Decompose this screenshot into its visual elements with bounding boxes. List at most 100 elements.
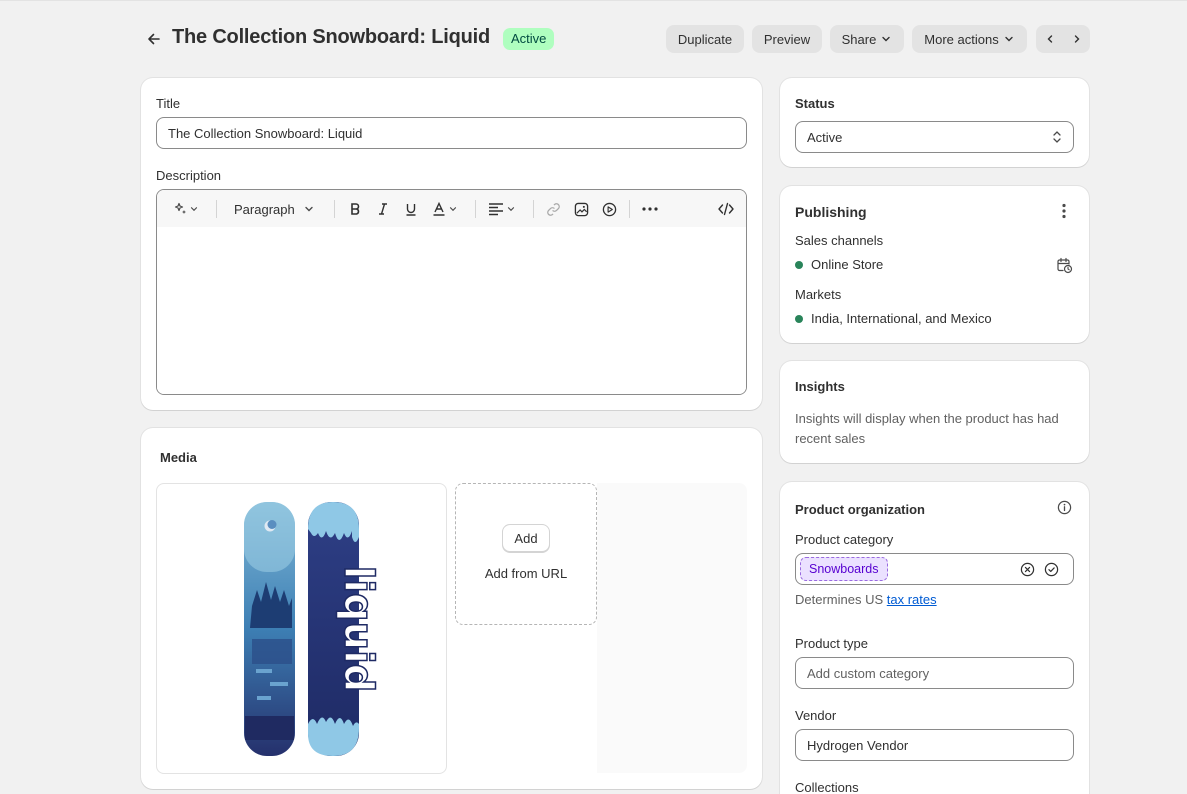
chevron-down-icon	[190, 207, 198, 212]
title-input-value: The Collection Snowboard: Liquid	[168, 125, 363, 141]
paragraph-select-label: Paragraph	[234, 201, 295, 217]
toolbar-divider	[216, 200, 217, 218]
play-circle-icon	[602, 202, 616, 216]
previous-product-button[interactable]	[1036, 25, 1063, 53]
html-code-button[interactable]	[715, 198, 737, 220]
status-badge: Active	[503, 28, 555, 50]
description-label: Description	[156, 168, 222, 183]
markets-label: Markets	[795, 287, 842, 302]
add-media-label: Add	[514, 530, 538, 546]
chevron-down-icon	[1005, 36, 1013, 42]
status-select[interactable]: Active	[795, 121, 1074, 153]
product-type-input[interactable]: Add custom category	[795, 657, 1074, 689]
circle-x-icon	[1020, 562, 1034, 576]
product-type-label: Product type	[795, 636, 868, 651]
toolbar-divider	[533, 200, 534, 218]
italic-icon	[379, 203, 387, 215]
media-grid-filler	[597, 483, 747, 773]
organization-heading: Product organization	[795, 502, 925, 517]
chevron-down-icon	[507, 207, 515, 212]
back-button[interactable]	[142, 27, 166, 51]
italic-button[interactable]	[373, 198, 393, 220]
align-left-icon	[489, 203, 503, 216]
status-select-value: Active	[807, 129, 843, 145]
bold-icon	[351, 203, 360, 215]
category-label: Product category	[795, 532, 894, 547]
description-editor: Paragraph	[156, 189, 747, 395]
vendor-input[interactable]: Hydrogen Vendor	[795, 729, 1074, 761]
chevron-left-icon	[1047, 35, 1052, 43]
toolbar-divider	[475, 200, 476, 218]
add-media-button[interactable]: Add	[502, 524, 550, 552]
vendor-label: Vendor	[795, 708, 837, 723]
paragraph-select[interactable]: Paragraph	[229, 198, 323, 220]
product-pager	[1036, 25, 1090, 53]
markets-row: India, International, and Mexico	[795, 311, 992, 326]
insert-image-button[interactable]	[571, 198, 591, 220]
share-label: Share	[841, 31, 877, 47]
image-icon	[574, 202, 588, 216]
editor-toolbar: Paragraph	[157, 190, 746, 227]
organization-info-button[interactable]	[1055, 498, 1073, 516]
underline-button[interactable]	[401, 198, 421, 220]
title-input[interactable]: The Collection Snowboard: Liquid	[156, 117, 747, 149]
publishing-menu-button[interactable]	[1054, 201, 1074, 221]
confirm-category-button[interactable]	[1042, 560, 1060, 578]
add-from-url-link[interactable]: Add from URL	[455, 566, 597, 581]
category-tag: Snowboards	[800, 557, 888, 581]
chevron-down-icon	[305, 206, 313, 212]
title-label: Title	[156, 96, 181, 111]
preview-button[interactable]: Preview	[752, 25, 822, 53]
clear-category-button[interactable]	[1018, 560, 1036, 578]
more-vertical-icon	[1062, 203, 1066, 219]
insert-video-button[interactable]	[599, 198, 619, 220]
tax-note-prefix: Determines US	[795, 592, 884, 607]
snowboard-image: liquid	[244, 502, 382, 756]
chevron-down-icon	[449, 207, 457, 212]
markets-value: India, International, and Mexico	[811, 311, 992, 326]
text-color-icon	[433, 202, 445, 216]
chevron-right-icon	[1074, 35, 1079, 43]
sales-channel-name: Online Store	[811, 257, 884, 272]
insights-heading: Insights	[795, 379, 845, 394]
page-title: The Collection Snowboard: Liquid	[172, 26, 491, 48]
text-color-button[interactable]	[429, 198, 461, 220]
select-chevrons-icon	[1053, 131, 1061, 143]
schedule-publish-button[interactable]	[1054, 255, 1074, 275]
more-actions-button[interactable]: More actions	[912, 25, 1027, 53]
toolbar-divider	[334, 200, 335, 218]
alignment-button[interactable]	[485, 198, 519, 220]
info-icon	[1057, 500, 1071, 514]
code-icon	[718, 202, 734, 216]
sales-channel-row: Online Store	[795, 257, 883, 272]
link-button[interactable]	[543, 198, 563, 220]
sales-channels-label: Sales channels	[795, 233, 884, 248]
media-image-tile[interactable]: liquid	[156, 483, 447, 774]
more-formatting-button[interactable]	[639, 198, 661, 220]
magic-button[interactable]	[169, 198, 203, 220]
circle-check-icon	[1044, 562, 1058, 576]
toolbar-divider	[629, 200, 630, 218]
next-product-button[interactable]	[1063, 25, 1090, 53]
board-graphic-text: liquid	[335, 566, 381, 693]
arrow-left-icon	[148, 33, 160, 45]
product-type-placeholder: Add custom category	[807, 665, 930, 681]
description-text-area[interactable]	[157, 227, 746, 394]
bold-button[interactable]	[345, 198, 365, 220]
media-dropzone[interactable]	[455, 483, 597, 625]
channel-status-dot	[795, 260, 803, 269]
tax-rates-link[interactable]: tax rates	[887, 592, 937, 607]
markets-status-dot	[795, 314, 803, 323]
underline-icon	[406, 204, 416, 216]
preview-label: Preview	[763, 31, 811, 47]
publishing-heading: Publishing	[795, 204, 867, 220]
tax-note: Determines US tax rates	[795, 592, 937, 607]
calendar-clock-icon	[1056, 257, 1072, 273]
insights-text: Insights will display when the product h…	[795, 411, 1059, 446]
more-actions-label: More actions	[924, 31, 999, 47]
duplicate-button[interactable]: Duplicate	[666, 25, 744, 53]
link-icon	[546, 202, 560, 216]
collections-label: Collections	[795, 780, 859, 794]
share-button[interactable]: Share	[830, 25, 904, 53]
more-horizontal-icon	[642, 207, 658, 211]
